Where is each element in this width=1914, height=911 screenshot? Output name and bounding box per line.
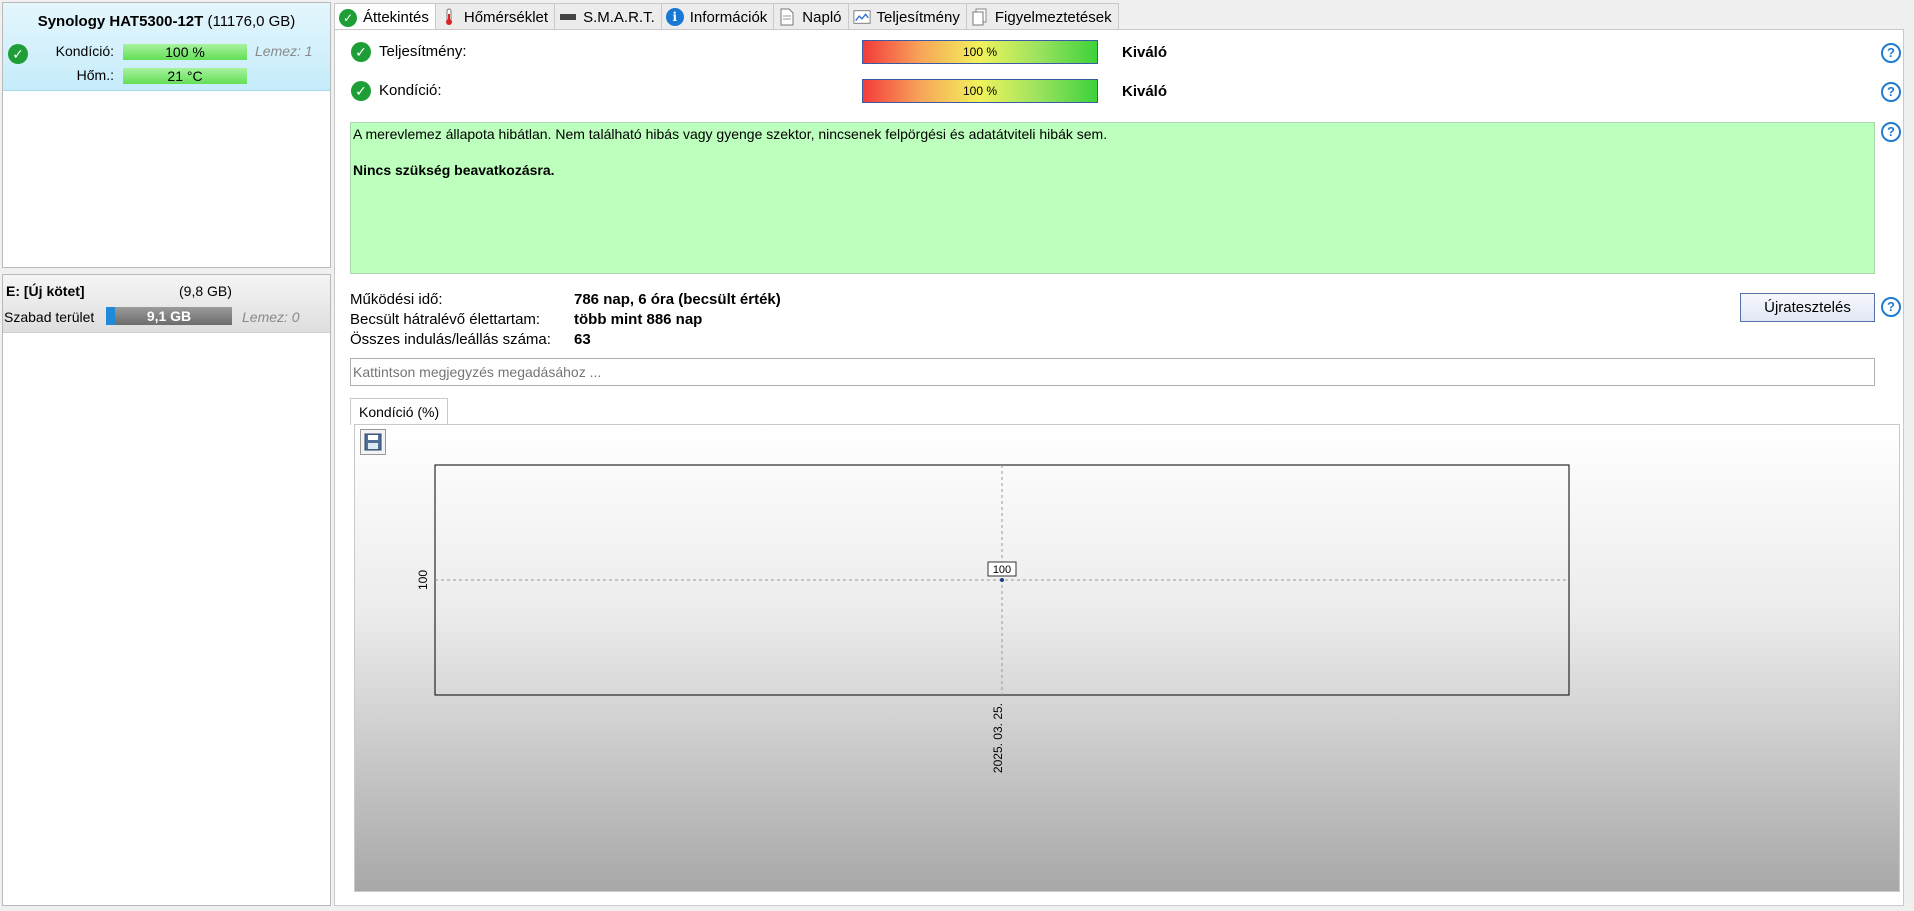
disk-item-selected[interactable]: Synology HAT5300-12T (11176,0 GB) ✓ Kond…	[3, 3, 330, 91]
lifetime-row: Becsült hátralévő élettartam: több mint …	[350, 311, 1050, 331]
disk-temp-label: Hőm.:	[76, 67, 114, 83]
chart-tab-health[interactable]: Kondíció (%)	[350, 398, 449, 425]
performance-bar: 100 %	[862, 40, 1098, 64]
data-label: 100	[993, 564, 1011, 576]
help-icon[interactable]: ?	[1881, 43, 1901, 63]
uptime-label: Működési idő:	[350, 291, 443, 308]
startstop-row: Összes indulás/leállás száma: 63	[350, 331, 1050, 351]
data-point	[1000, 578, 1004, 582]
help-icon[interactable]: ?	[1881, 297, 1901, 317]
disk-lemez: Lemez: 1	[255, 43, 313, 59]
volume-free-label: Szabad terület	[4, 309, 95, 325]
disk-name: Synology HAT5300-12T	[37, 13, 204, 30]
status-box: A merevlemez állapota hibátlan. Nem talá…	[350, 122, 1875, 274]
disk-health-row: Kondíció: 100 % Lemez: 1	[3, 43, 330, 63]
disk-size: (11176,0 GB)	[207, 13, 296, 30]
tab-label: S.M.A.R.T.	[583, 8, 655, 26]
disk-health-bar: 100 %	[123, 44, 247, 60]
help-icon[interactable]: ?	[1881, 122, 1901, 142]
x-tick-label: 2025. 03. 25.	[991, 703, 1005, 773]
performance-chart-icon	[852, 8, 871, 26]
tab-label: Napló	[802, 8, 842, 26]
health-row: ✓ Kondíció: 100 % Kiváló	[351, 79, 1891, 103]
tab-performance[interactable]: Teljesítmény	[847, 3, 967, 30]
check-icon: ✓	[351, 42, 371, 62]
performance-rating: Kiváló	[1122, 44, 1168, 61]
disk-list: Synology HAT5300-12T (11176,0 GB) ✓ Kond…	[2, 2, 331, 268]
tab-label: Figyelmeztetések	[994, 8, 1112, 26]
startstop-value: 63	[574, 331, 591, 348]
pages-icon	[971, 8, 989, 26]
tab-label: Információk	[689, 8, 768, 26]
tab-information[interactable]: i Információk	[660, 3, 775, 30]
health-rating: Kiváló	[1122, 83, 1168, 100]
disk-temp-bar: 21 °C	[123, 68, 247, 84]
document-icon	[778, 8, 796, 26]
lifetime-label: Becsült hátralévő élettartam:	[350, 311, 541, 328]
lifetime-value: több mint 886 nap	[574, 311, 703, 328]
volume-free-value: 9,1 GB	[146, 308, 192, 324]
right-pane: ✓ Áttekintés Hőmérséklet S.M.A.R.T. i In…	[334, 0, 1914, 911]
status-action: Nincs szükség beavatkozásra.	[353, 162, 555, 178]
status-text: A merevlemez állapota hibátlan. Nem talá…	[353, 126, 1108, 142]
performance-label: Teljesítmény:	[379, 43, 467, 60]
performance-row: ✓ Teljesítmény: 100 % Kiváló	[351, 40, 1891, 64]
thermometer-icon	[440, 8, 458, 26]
left-pane: Synology HAT5300-12T (11176,0 GB) ✓ Kond…	[0, 0, 333, 911]
tab-warnings[interactable]: Figyelmeztetések	[965, 3, 1119, 30]
note-input[interactable]	[350, 358, 1875, 386]
tab-log[interactable]: Napló	[773, 3, 849, 30]
volume-item[interactable]: E: [Új kötet] (9,8 GB) Szabad terület 9,…	[3, 275, 330, 333]
health-chart: 100 2025. 03. 25. 100	[416, 464, 1570, 773]
tab-overview[interactable]: ✓ Áttekintés	[334, 3, 436, 31]
info-icon: i	[665, 8, 684, 26]
health-bar: 100 %	[862, 79, 1098, 103]
drive-icon	[559, 8, 577, 26]
tab-label: Teljesítmény	[876, 8, 960, 26]
tab-smart[interactable]: S.M.A.R.T.	[554, 3, 662, 30]
tab-label: Hőmérséklet	[463, 8, 549, 26]
volume-name: E: [Új kötet]	[6, 283, 85, 299]
volume-used-fill	[106, 307, 115, 325]
tab-label: Áttekintés	[363, 9, 429, 26]
tab-temperature[interactable]: Hőmérséklet	[434, 3, 556, 30]
volume-lemez: Lemez: 0	[242, 309, 300, 325]
uptime-row: Működési idő: 786 nap, 6 óra (becsült ér…	[350, 291, 1050, 311]
disk-temp-row: Hőm.: 21 °C	[3, 67, 330, 87]
y-tick-label: 100	[416, 570, 430, 590]
health-label: Kondíció:	[379, 82, 442, 99]
disk-title: Synology HAT5300-12T (11176,0 GB)	[3, 13, 330, 30]
volume-size: (9,8 GB)	[179, 283, 232, 299]
volume-list: E: [Új kötet] (9,8 GB) Szabad terület 9,…	[2, 274, 331, 906]
disk-info: Működési idő: 786 nap, 6 óra (becsült ér…	[350, 291, 1050, 351]
check-icon: ✓	[339, 8, 357, 27]
disk-health-label: Kondíció:	[55, 43, 114, 59]
retest-button[interactable]: Újratesztelés	[1740, 293, 1875, 322]
tab-bar: ✓ Áttekintés Hőmérséklet S.M.A.R.T. i In…	[334, 3, 1119, 31]
check-icon: ✓	[351, 81, 371, 101]
startstop-label: Összes indulás/leállás száma:	[350, 331, 551, 348]
overview-panel: ✓ Teljesítmény: 100 % Kiváló ? ✓ Kondíci…	[334, 29, 1904, 906]
uptime-value: 786 nap, 6 óra (becsült érték)	[574, 291, 781, 308]
volume-free-bar: 9,1 GB	[106, 307, 232, 325]
help-icon[interactable]: ?	[1881, 82, 1901, 102]
chart-area: 100 2025. 03. 25. 100	[354, 424, 1900, 892]
